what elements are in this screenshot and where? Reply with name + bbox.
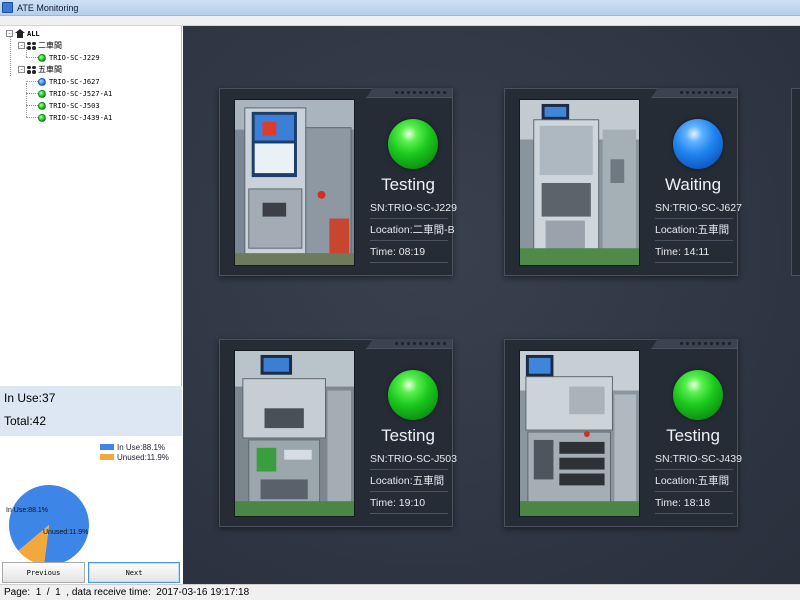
station-serial: SN:TRIO-SC-J229 bbox=[370, 197, 457, 219]
pie-slice-label: Unused:11.9% bbox=[43, 529, 89, 536]
tree-node-device[interactable]: TRIO-SC-J503 bbox=[38, 100, 100, 111]
partial-station-card[interactable] bbox=[791, 88, 800, 276]
status-orb-icon bbox=[673, 370, 723, 420]
station-location: Location:五車間 bbox=[370, 470, 448, 492]
pie-slice-label: In Use:88.1% bbox=[6, 507, 49, 514]
tree-guide-line bbox=[26, 93, 38, 94]
station-time: Time: 08:19 bbox=[370, 241, 448, 263]
status-dot-icon bbox=[38, 101, 46, 110]
app-icon bbox=[2, 2, 13, 13]
total-count: Total:42 bbox=[4, 414, 47, 428]
tree-node-label: ALL bbox=[27, 29, 40, 38]
chart-legend: In Use:88.1% Unused:11.9% bbox=[100, 442, 169, 462]
card-tab-decoration bbox=[366, 339, 452, 349]
tree-node-device[interactable]: TRIO-SC-J229 bbox=[38, 52, 100, 63]
collapse-toggle-icon[interactable]: - bbox=[6, 30, 13, 37]
status-orb-icon bbox=[388, 119, 438, 169]
station-card[interactable]: Testing SN:TRIO-SC-J439 Location:五車間 Tim… bbox=[504, 339, 742, 527]
dashboard-panel: Testing SN:TRIO-SC-J229 Location:二車間-B T… bbox=[183, 26, 800, 584]
window-title-bar: ATE Monitoring bbox=[0, 0, 800, 16]
station-serial: SN:TRIO-SC-J503 bbox=[370, 448, 457, 470]
group-icon bbox=[27, 41, 36, 50]
previous-button[interactable]: Previous bbox=[2, 562, 85, 583]
collapse-toggle-icon[interactable]: - bbox=[18, 42, 25, 49]
station-serial: SN:TRIO-SC-J627 bbox=[655, 197, 742, 219]
station-card[interactable]: Waiting SN:TRIO-SC-J627 Location:五車間 Tim… bbox=[504, 88, 742, 276]
status-dot-icon bbox=[38, 89, 46, 98]
toolbar-strip bbox=[0, 16, 800, 26]
card-tab-decoration bbox=[651, 339, 737, 349]
card-tab-decoration bbox=[651, 88, 737, 98]
station-status: Testing bbox=[381, 175, 435, 194]
tree-guide-line bbox=[26, 105, 38, 106]
station-photo bbox=[234, 350, 355, 517]
station-status: Testing bbox=[666, 426, 720, 445]
legend-swatch-icon bbox=[100, 444, 114, 450]
tree-guide-line bbox=[10, 36, 11, 76]
tree-node-label: TRIO-SC-J439-A1 bbox=[49, 113, 113, 122]
status-bar: Page: 1 / 1 , data receive time: 2017-03… bbox=[0, 584, 800, 600]
tree-node-group[interactable]: - 二車間 bbox=[18, 40, 62, 51]
tree-node-device[interactable]: TRIO-SC-J439-A1 bbox=[38, 112, 112, 123]
tree-guide-line bbox=[26, 57, 38, 58]
station-status: Testing bbox=[381, 426, 435, 445]
left-panel: - ALL - 二車間 TRIO-SC-J229 - 五車間 TRIO-SC-J… bbox=[0, 26, 182, 584]
station-time: Time: 14:11 bbox=[655, 241, 733, 263]
collapse-toggle-icon[interactable]: - bbox=[18, 66, 25, 73]
station-location: Location:五車間 bbox=[655, 219, 733, 241]
tree-node-label: 五車間 bbox=[38, 65, 62, 74]
station-card[interactable]: Testing SN:TRIO-SC-J229 Location:二車間-B T… bbox=[219, 88, 457, 276]
tree-node-label: TRIO-SC-J627 bbox=[49, 77, 100, 86]
tree-node-group[interactable]: - 五車間 bbox=[18, 64, 62, 75]
station-photo bbox=[519, 99, 640, 266]
station-photo bbox=[234, 99, 355, 266]
tree-node-label: TRIO-SC-J503 bbox=[49, 101, 100, 110]
legend-swatch-icon bbox=[100, 454, 114, 460]
legend-item: Unused:11.9% bbox=[100, 452, 169, 462]
station-location: Location:二車間-B bbox=[370, 219, 455, 241]
station-card[interactable]: Testing SN:TRIO-SC-J503 Location:五車間 Tim… bbox=[219, 339, 457, 527]
card-tab-decoration bbox=[366, 88, 452, 98]
station-time: Time: 19:10 bbox=[370, 492, 448, 514]
station-time: Time: 18:18 bbox=[655, 492, 733, 514]
tree-node-label: TRIO-SC-J229 bbox=[49, 53, 100, 62]
status-dot-icon bbox=[38, 53, 46, 62]
status-orb-icon bbox=[673, 119, 723, 169]
tree-guide-line bbox=[26, 81, 38, 82]
station-status: Waiting bbox=[664, 175, 722, 194]
status-dot-icon bbox=[38, 113, 46, 122]
next-button[interactable]: Next bbox=[88, 562, 180, 583]
legend-item: In Use:88.1% bbox=[100, 442, 169, 452]
station-serial: SN:TRIO-SC-J439 bbox=[655, 448, 742, 470]
tree-node-label: TRIO-SC-J527-A1 bbox=[49, 89, 113, 98]
window-title: ATE Monitoring bbox=[17, 2, 79, 13]
home-icon bbox=[15, 29, 25, 38]
tree-node-all[interactable]: - ALL bbox=[6, 28, 40, 39]
station-location: Location:五車間 bbox=[655, 470, 733, 492]
station-photo bbox=[519, 350, 640, 517]
device-tree: - ALL - 二車間 TRIO-SC-J229 - 五車間 TRIO-SC-J… bbox=[0, 26, 182, 386]
in-use-count: In Use:37 bbox=[4, 391, 56, 405]
status-dot-icon bbox=[38, 77, 46, 86]
status-orb-icon bbox=[388, 370, 438, 420]
tree-node-label: 二車間 bbox=[38, 41, 62, 50]
tree-guide-line bbox=[26, 117, 38, 118]
tree-guide-line bbox=[26, 83, 27, 117]
legend-label: In Use:88.1% bbox=[117, 442, 166, 452]
group-icon bbox=[27, 65, 36, 74]
legend-label: Unused:11.9% bbox=[117, 452, 169, 462]
tree-node-device[interactable]: TRIO-SC-J527-A1 bbox=[38, 88, 112, 99]
tree-node-device[interactable]: TRIO-SC-J627 bbox=[38, 76, 100, 87]
